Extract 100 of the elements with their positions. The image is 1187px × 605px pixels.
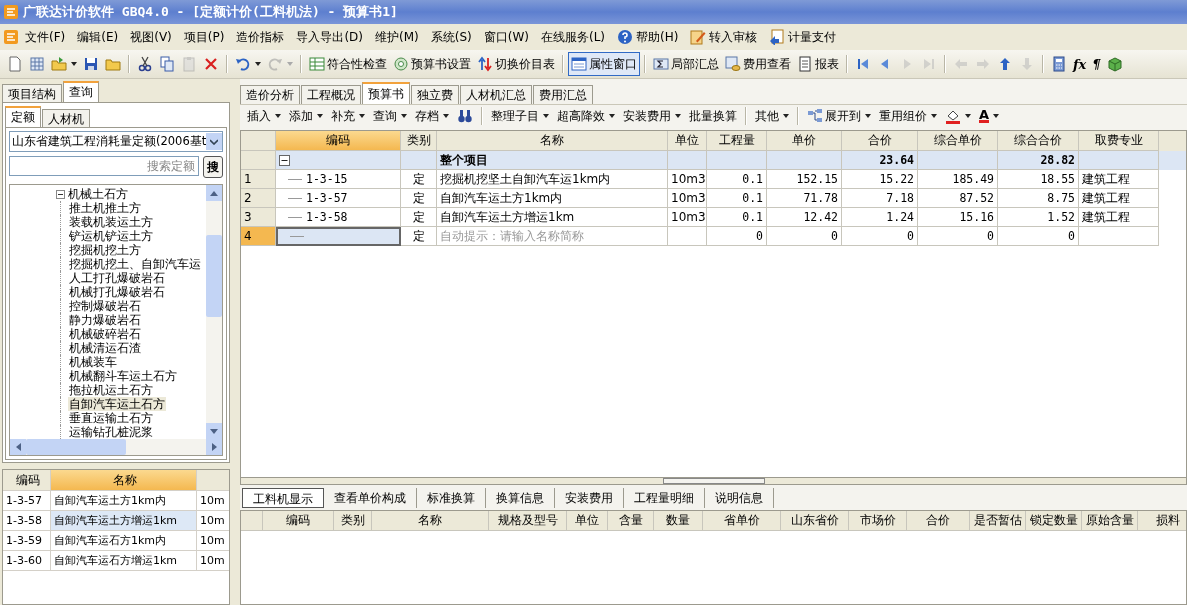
column-header[interactable]: 是否暂估 [970, 511, 1026, 531]
menu-item[interactable]: 文件(F) [19, 26, 72, 48]
table-row[interactable]: 1 1-3-15 定 挖掘机挖坚土自卸汽车运1km内 10m3 0.1 152.15 15.22 185.49 18.55 建筑工程 [241, 170, 1186, 189]
table-row[interactable]: 3 1-3-58 定 自卸汽车运土方增运1km 10m3 0.1 12.42 1.24 15.16 1.52 建筑工程 [241, 208, 1186, 227]
column-header[interactable]: 合价 [907, 511, 970, 531]
column-header[interactable]: 损料 [1138, 511, 1186, 531]
scroll-up-icon[interactable] [210, 190, 218, 196]
column-header[interactable]: 锁定数量 [1026, 511, 1082, 531]
horizontal-scrollbar[interactable] [10, 439, 222, 455]
toolbar-button[interactable]: 符合性检查 [306, 52, 390, 76]
grid-tool-button[interactable]: A [975, 106, 1004, 126]
tree-item[interactable]: 控制爆破岩石 [68, 299, 142, 313]
grid-tool-button[interactable]: 重用组价 [875, 106, 941, 126]
column-header[interactable]: 规格及型号 [489, 511, 567, 531]
menu-item[interactable]: 维护(M) [369, 26, 425, 48]
table-row[interactable]: 2 1-3-57 定 自卸汽车运土方1km内 10m3 0.1 71.78 7.18 87.52 8.75 建筑工程 [241, 189, 1186, 208]
column-header[interactable]: 单位 [567, 511, 608, 531]
tree-item[interactable]: 机械装车 [68, 355, 118, 369]
menu-item[interactable]: 项目(P) [177, 26, 231, 48]
toolbar-button[interactable]: 费用查看 [722, 52, 794, 76]
search-button[interactable]: 搜 [203, 156, 223, 178]
tree-item[interactable]: 铲运机铲运土方 [68, 229, 154, 243]
tree-item[interactable]: 机械打孔爆破岩石 [68, 285, 166, 299]
norm-dropdown[interactable]: 山东省建筑工程消耗量定额(2006基t [9, 131, 223, 152]
menu-item[interactable]: 编辑(E) [71, 26, 125, 48]
table-row[interactable]: 整个项目 23.64 28.82 [241, 151, 1186, 170]
tree-item[interactable]: 机械翻斗车运土石方 [68, 369, 178, 383]
toolbar-button[interactable]: 属性窗口 [568, 52, 640, 76]
menu-item[interactable]: 在线服务(L) [534, 26, 611, 48]
vertical-scrollbar[interactable] [206, 185, 222, 439]
grid-tool-button[interactable]: 插入 [243, 106, 285, 126]
detail-tab[interactable]: 标准换算 [417, 488, 486, 508]
column-header[interactable]: 名称 [372, 511, 489, 531]
document-tab[interactable]: 工程概况 [301, 85, 361, 104]
scroll-left-icon[interactable] [15, 443, 21, 451]
grid-tool-button[interactable]: 存档 [411, 106, 453, 126]
detail-tab[interactable]: 安装费用 [555, 488, 624, 508]
tree-item[interactable]: 推土机推土方 [68, 201, 142, 215]
scroll-down-icon[interactable] [210, 428, 218, 434]
document-tab[interactable]: 人材机汇总 [460, 85, 532, 104]
grid-tool-button[interactable]: 超高降效 [553, 106, 619, 126]
menu-item[interactable]: 视图(V) [124, 26, 178, 48]
tree-item[interactable]: 垂直运输土石方 [68, 411, 154, 425]
menu-item[interactable]: 计量支付 [763, 26, 843, 48]
table-row[interactable]: 4 定 自动提示：请输入名称简称 0 0 0 0 0 [241, 227, 1186, 246]
tree-item[interactable]: 人工打孔爆破岩石 [68, 271, 166, 285]
column-header[interactable]: 类别 [334, 511, 372, 531]
tree-item[interactable]: 挖掘机挖土、自卸汽车运 [68, 257, 202, 271]
search-field[interactable]: 搜索定额 [9, 156, 199, 176]
detail-tab[interactable]: 工料机显示 [242, 488, 324, 508]
table-row[interactable]: 1-3-59 自卸汽车运石方1km内 10m [3, 531, 229, 551]
grid-tool-button[interactable]: 批量换算 [685, 106, 741, 126]
collapse-icon[interactable] [279, 154, 290, 166]
detail-tab[interactable]: 说明信息 [705, 488, 774, 508]
tree-item[interactable]: 拖拉机运土石方 [68, 383, 154, 397]
grid-tool-button[interactable]: 展开到 [803, 106, 875, 126]
document-tab[interactable]: 预算书 [362, 82, 410, 104]
tree-item[interactable]: 装载机装运土方 [68, 215, 154, 229]
toolbar-button[interactable]: 局部汇总 [650, 52, 722, 76]
grid-tool-button[interactable]: 查询 [369, 106, 411, 126]
document-tab[interactable]: 费用汇总 [533, 85, 593, 104]
panel-tab[interactable]: 项目结构 [2, 84, 62, 102]
code-field[interactable] [276, 227, 401, 246]
panel-tab[interactable]: 查询 [63, 81, 99, 102]
column-header[interactable]: 山东省价 [781, 511, 849, 531]
scroll-right-icon[interactable] [211, 443, 217, 451]
column-header[interactable]: 编码 [276, 131, 401, 151]
column-header[interactable]: 编码 [263, 511, 334, 531]
table-row[interactable]: 1-3-60 自卸汽车运石方增运1km 10m [3, 551, 229, 571]
splitter-handle[interactable] [662, 478, 765, 484]
grid-tool-button[interactable]: 补充 [327, 106, 369, 126]
table-row[interactable]: 1-3-58 自卸汽车运土方增运1km 10m [3, 511, 229, 531]
menu-item[interactable]: 转入审核 [684, 26, 764, 48]
query-tab[interactable]: 人材机 [42, 109, 90, 127]
toolbar-button[interactable]: 报表 [794, 52, 842, 76]
detail-tab[interactable]: 查看单价构成 [324, 488, 417, 508]
collapse-icon[interactable] [56, 189, 65, 199]
column-header[interactable]: 原始含量 [1082, 511, 1138, 531]
detail-tab[interactable]: 换算信息 [486, 488, 555, 508]
menu-item[interactable]: 造价指标 [230, 26, 291, 48]
document-tab[interactable]: 造价分析 [240, 85, 300, 104]
tree-item[interactable]: 静力爆破岩石 [68, 313, 142, 327]
column-header[interactable]: 名称 [51, 470, 197, 490]
column-header[interactable]: 市场价 [849, 511, 907, 531]
grid-tool-button[interactable]: 其他 [751, 106, 793, 126]
tree-item[interactable]: 自卸汽车运土石方 [68, 397, 166, 411]
column-header[interactable]: 含量 [608, 511, 654, 531]
menu-item[interactable]: 系统(S) [424, 26, 478, 48]
tree-item[interactable]: 机械清运石渣 [68, 341, 142, 355]
toolbar-button[interactable]: 切换价目表 [474, 52, 558, 76]
tree-item[interactable]: 机械破碎岩石 [68, 327, 142, 341]
toolbar-button[interactable]: ¶ [1089, 52, 1104, 76]
query-tab[interactable]: 定额 [5, 106, 41, 127]
document-tab[interactable]: 独立费 [411, 85, 459, 104]
menu-item[interactable]: 导入导出(D) [290, 26, 369, 48]
menu-item[interactable]: 帮助(H) [611, 26, 685, 48]
tree-item[interactable]: 挖掘机挖土方 [68, 243, 142, 257]
toolbar-button[interactable]: 预算书设置 [390, 52, 474, 76]
grid-tool-button[interactable]: 整理子目 [487, 106, 553, 126]
column-header[interactable]: 省单价 [703, 511, 781, 531]
